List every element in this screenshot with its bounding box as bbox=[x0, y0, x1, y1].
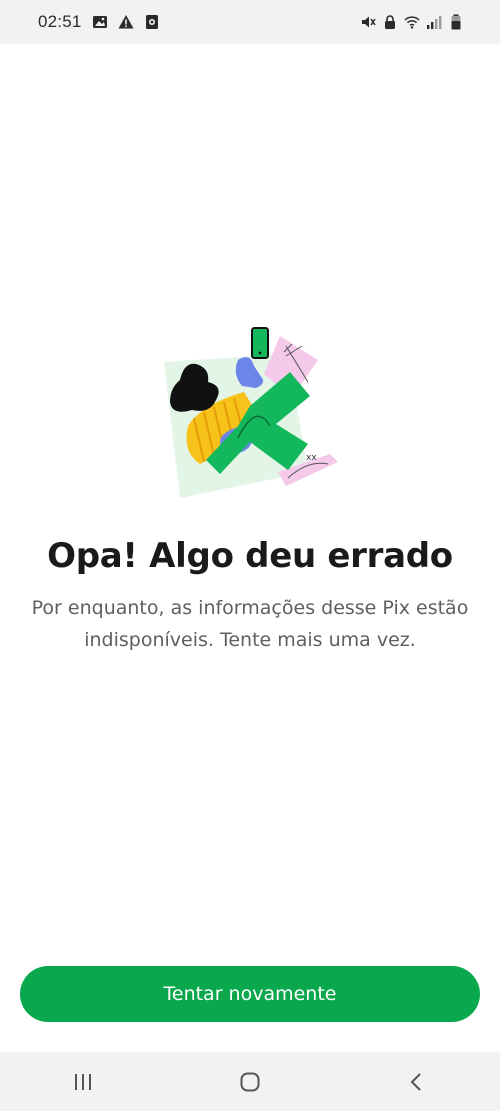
error-title: Opa! Algo deu errado bbox=[47, 536, 453, 576]
battery-icon bbox=[448, 14, 464, 30]
retry-button[interactable]: Tentar novamente bbox=[20, 966, 480, 1022]
sim-app-icon bbox=[144, 14, 160, 30]
recent-apps-icon bbox=[75, 1073, 92, 1090]
status-time: 02:51 bbox=[38, 12, 82, 31]
back-icon bbox=[410, 1072, 421, 1091]
image-icon bbox=[92, 14, 108, 30]
error-message: Por enquanto, as informações desse Pix e… bbox=[31, 597, 469, 651]
recent-apps-button[interactable] bbox=[53, 1062, 113, 1102]
status-bar: 02:51 bbox=[0, 0, 500, 44]
navigation-bar bbox=[0, 1052, 500, 1111]
status-left: 02:51 bbox=[38, 12, 160, 32]
error-illustration: xx bbox=[158, 322, 342, 502]
mute-icon bbox=[360, 14, 376, 30]
status-right bbox=[360, 14, 464, 30]
wifi-icon bbox=[404, 14, 420, 30]
signal-icon bbox=[426, 14, 442, 30]
svg-text:xx: xx bbox=[306, 453, 317, 463]
back-button[interactable] bbox=[387, 1062, 447, 1102]
home-icon bbox=[240, 1072, 260, 1091]
warning-icon bbox=[118, 14, 134, 30]
lock-icon bbox=[382, 14, 398, 30]
home-button[interactable] bbox=[220, 1062, 280, 1102]
